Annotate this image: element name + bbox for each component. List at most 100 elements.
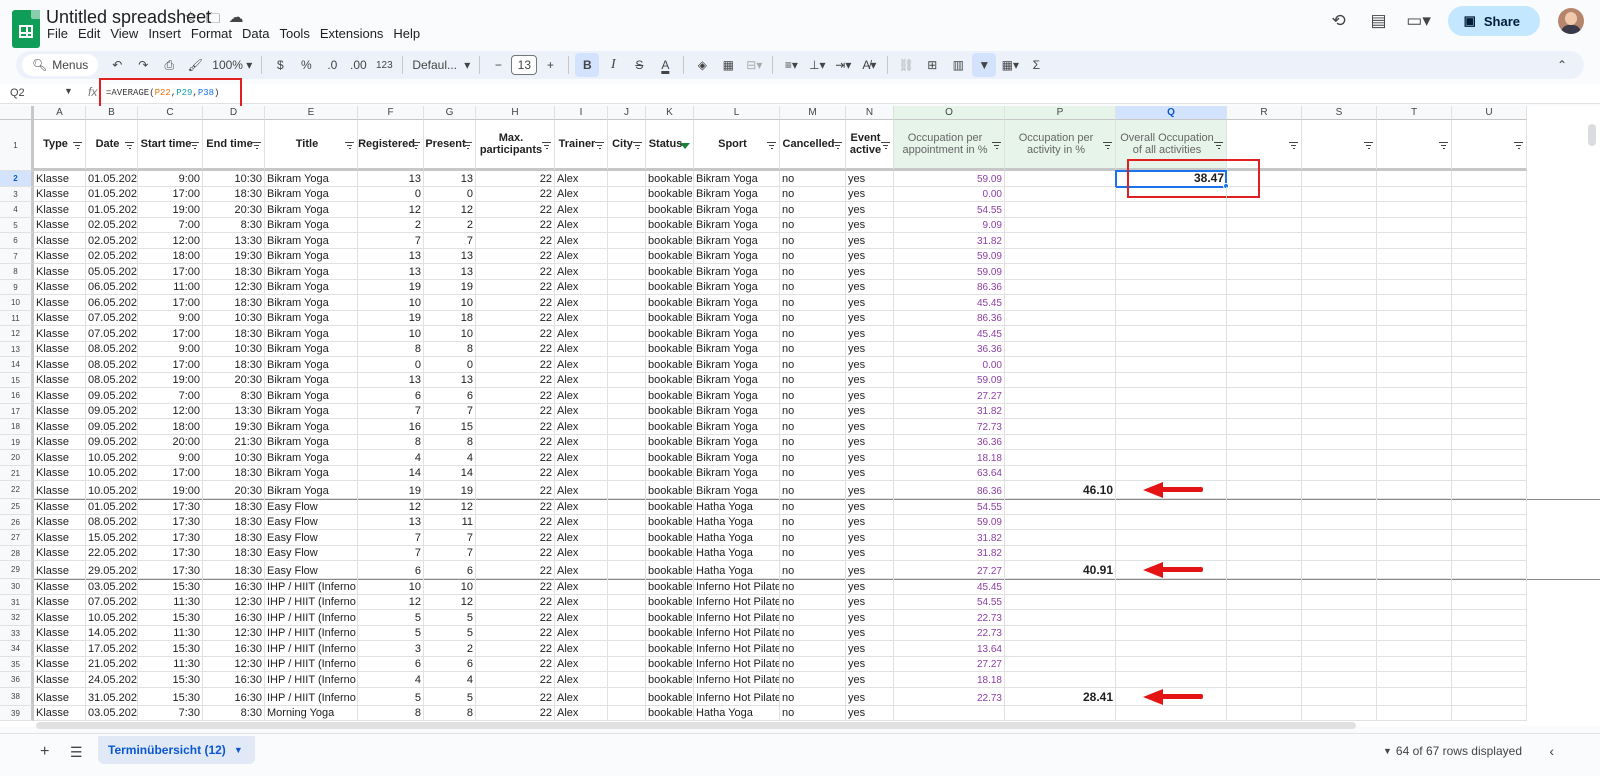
- table-cell[interactable]: [1005, 641, 1116, 657]
- table-cell[interactable]: [894, 705, 1005, 721]
- table-cell[interactable]: [1377, 341, 1452, 357]
- table-cell[interactable]: 12: [358, 499, 424, 515]
- table-cell[interactable]: no: [780, 594, 846, 610]
- table-cell[interactable]: 22: [476, 610, 555, 626]
- table-cell[interactable]: Klasse: [34, 545, 86, 561]
- table-cell[interactable]: 22: [476, 186, 555, 202]
- table-cell[interactable]: 8:30: [203, 705, 265, 721]
- table-cell[interactable]: 19:00: [138, 202, 203, 218]
- table-cell[interactable]: 22: [476, 388, 555, 404]
- table-cell[interactable]: bookable: [646, 656, 694, 672]
- table-cell[interactable]: 22: [476, 202, 555, 218]
- table-cell[interactable]: no: [780, 186, 846, 202]
- table-cell[interactable]: 7:00: [138, 388, 203, 404]
- table-cell[interactable]: [1005, 326, 1116, 342]
- table-cell[interactable]: Alex: [555, 656, 608, 672]
- table-cell[interactable]: bookable: [646, 530, 694, 546]
- filter-icon[interactable]: [1289, 142, 1298, 149]
- table-cell[interactable]: [1377, 705, 1452, 721]
- table-cell[interactable]: [1227, 434, 1302, 450]
- table-cell[interactable]: [1452, 403, 1527, 419]
- increase-decimal-button[interactable]: .00: [346, 53, 370, 77]
- table-cell[interactable]: [1227, 625, 1302, 641]
- table-cell[interactable]: 20:30: [203, 372, 265, 388]
- table-cell[interactable]: [1302, 641, 1377, 657]
- table-cell[interactable]: Klasse: [34, 202, 86, 218]
- table-cell[interactable]: 4: [424, 672, 476, 688]
- table-cell[interactable]: Alex: [555, 641, 608, 657]
- table-cell[interactable]: yes: [846, 481, 894, 499]
- table-cell[interactable]: IHP / HIIT (Inferno Ho: [265, 656, 358, 672]
- row-number[interactable]: 39: [0, 705, 34, 721]
- table-cell[interactable]: [608, 545, 646, 561]
- table-cell[interactable]: Alex: [555, 217, 608, 233]
- column-header-i[interactable]: I: [555, 106, 608, 120]
- row-number[interactable]: 7: [0, 248, 34, 264]
- table-cell[interactable]: 22: [476, 465, 555, 481]
- table-cell[interactable]: 22.73: [894, 625, 1005, 641]
- table-cell[interactable]: [1452, 594, 1527, 610]
- table-cell[interactable]: 10.05.2023: [86, 610, 138, 626]
- more-formats-button[interactable]: 123: [372, 53, 396, 77]
- table-cell[interactable]: 7:30: [138, 705, 203, 721]
- table-cell[interactable]: 19: [358, 481, 424, 499]
- table-cell[interactable]: [1452, 264, 1527, 280]
- table-cell[interactable]: yes: [846, 579, 894, 595]
- table-cell[interactable]: Klasse: [34, 434, 86, 450]
- table-cell[interactable]: 0: [424, 357, 476, 373]
- table-cell[interactable]: no: [780, 279, 846, 295]
- table-cell[interactable]: Alex: [555, 434, 608, 450]
- table-cell[interactable]: [608, 403, 646, 419]
- table-cell[interactable]: Alex: [555, 594, 608, 610]
- table-cell[interactable]: [1005, 594, 1116, 610]
- table-cell[interactable]: 10: [358, 295, 424, 311]
- table-cell[interactable]: 22.05.2023: [86, 545, 138, 561]
- all-sheets-icon[interactable]: ☰: [70, 744, 83, 761]
- table-cell[interactable]: bookable: [646, 561, 694, 579]
- table-cell[interactable]: 12:00: [138, 233, 203, 249]
- column-header-c[interactable]: C: [138, 106, 203, 120]
- table-cell[interactable]: 9.09: [894, 217, 1005, 233]
- table-cell[interactable]: no: [780, 481, 846, 499]
- table-cell[interactable]: 27.27: [894, 656, 1005, 672]
- table-cell[interactable]: 02.05.2023: [86, 248, 138, 264]
- table-cell[interactable]: Klasse: [34, 656, 86, 672]
- table-cell[interactable]: 8: [358, 341, 424, 357]
- table-cell[interactable]: 07.05.2023: [86, 326, 138, 342]
- table-cell[interactable]: 7: [424, 233, 476, 249]
- redo-icon[interactable]: ↷: [131, 53, 155, 77]
- table-cell[interactable]: bookable: [646, 388, 694, 404]
- table-cell[interactable]: 19:30: [203, 248, 265, 264]
- table-cell[interactable]: no: [780, 514, 846, 530]
- table-cell[interactable]: [1005, 341, 1116, 357]
- table-cell[interactable]: [608, 705, 646, 721]
- table-cell[interactable]: no: [780, 357, 846, 373]
- table-cell[interactable]: yes: [846, 217, 894, 233]
- table-cell[interactable]: 14: [358, 465, 424, 481]
- table-cell[interactable]: [1302, 687, 1377, 706]
- table-cell[interactable]: Bikram Yoga: [694, 248, 780, 264]
- menu-help[interactable]: Help: [393, 26, 426, 41]
- table-cell[interactable]: 20:00: [138, 434, 203, 450]
- table-cell[interactable]: [1227, 545, 1302, 561]
- table-cell[interactable]: [1005, 357, 1116, 373]
- table-cell[interactable]: bookable: [646, 705, 694, 721]
- table-cell[interactable]: [1452, 217, 1527, 233]
- table-cell[interactable]: Hatha Yoga: [694, 545, 780, 561]
- table-cell[interactable]: 22: [476, 357, 555, 373]
- table-cell[interactable]: Bikram Yoga: [265, 434, 358, 450]
- table-cell[interactable]: [1227, 341, 1302, 357]
- table-cell[interactable]: [1005, 656, 1116, 672]
- table-cell[interactable]: [1005, 465, 1116, 481]
- table-cell[interactable]: [1377, 295, 1452, 311]
- table-cell[interactable]: 6: [424, 561, 476, 579]
- table-cell[interactable]: Klasse: [34, 248, 86, 264]
- table-cell[interactable]: IHP / HIIT (Inferno Ho: [265, 672, 358, 688]
- table-cell[interactable]: Bikram Yoga: [694, 279, 780, 295]
- decrease-decimal-button[interactable]: .0: [320, 53, 344, 77]
- table-cell[interactable]: [608, 450, 646, 466]
- column-header-q[interactable]: Q: [1116, 106, 1227, 120]
- table-cell[interactable]: Easy Flow: [265, 514, 358, 530]
- filter-icon[interactable]: [345, 142, 354, 149]
- table-cell[interactable]: [1227, 295, 1302, 311]
